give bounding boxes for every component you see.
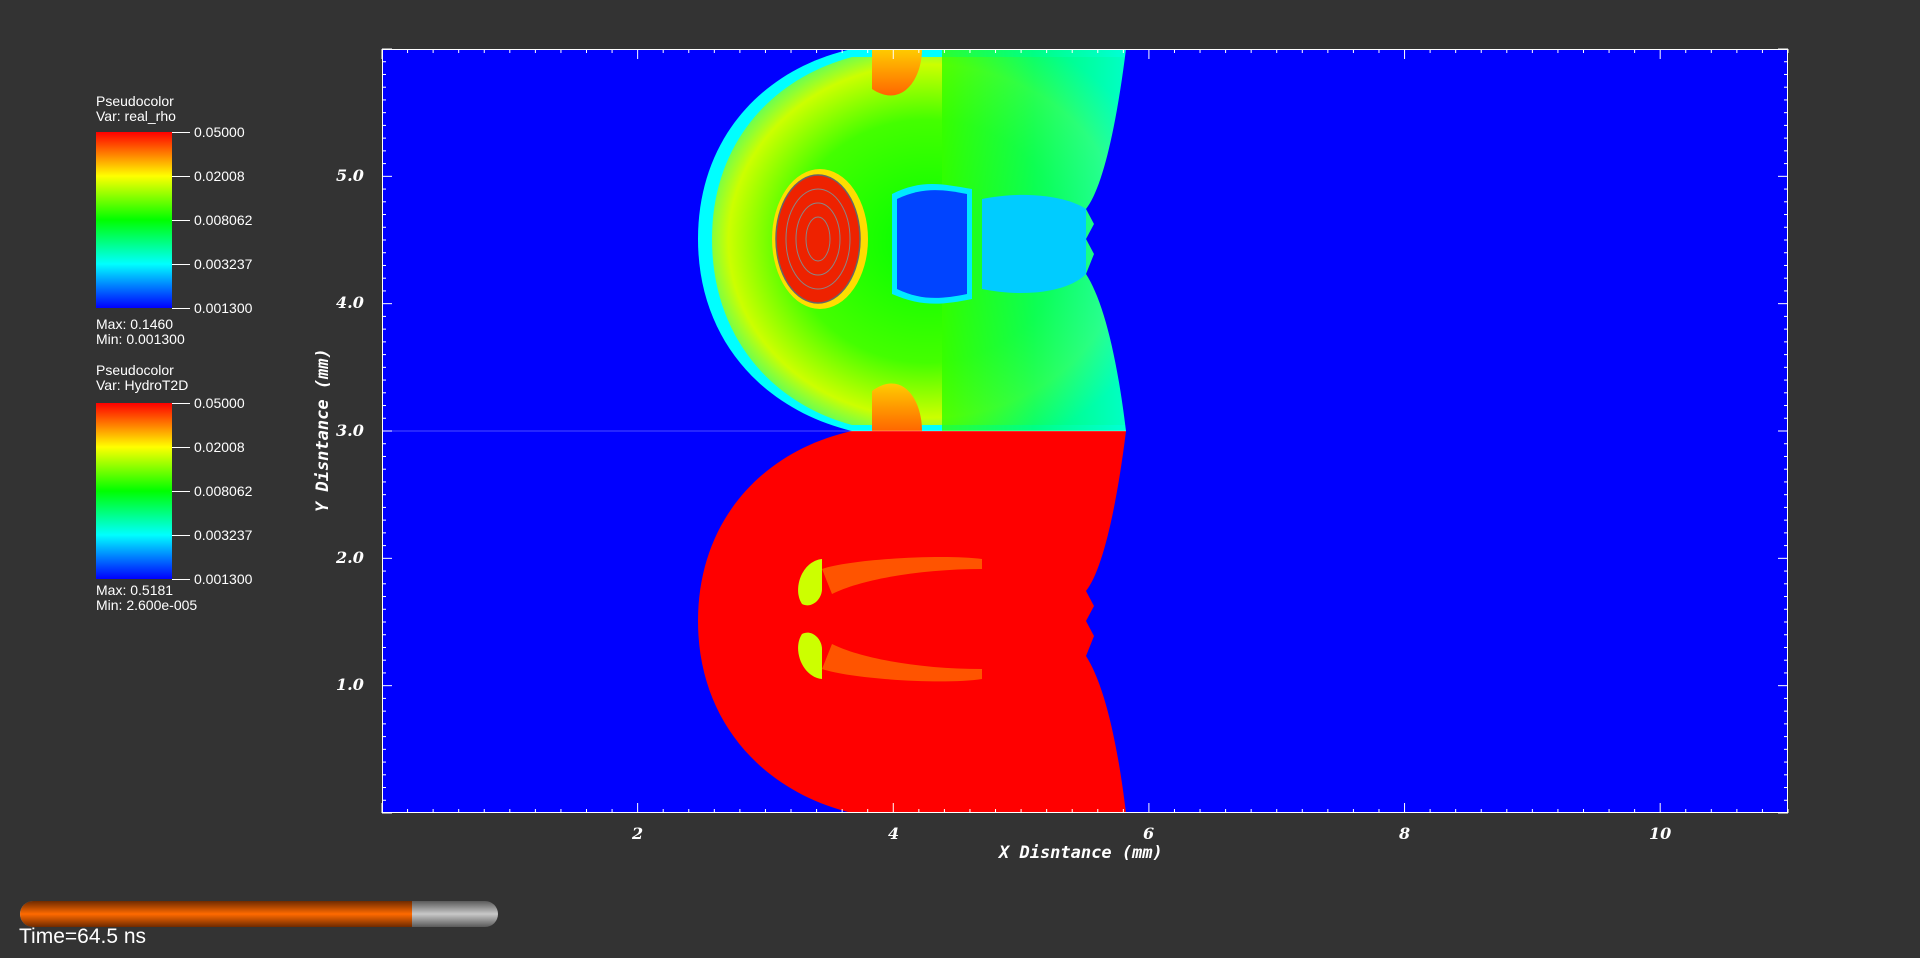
- time-label: Time=64.5 ns: [19, 925, 147, 948]
- x-tick-label: 2: [632, 824, 644, 843]
- y-tick-label: 3.0: [336, 421, 364, 440]
- time-progress-bar: [20, 901, 498, 927]
- y-tick-label: 5.0: [336, 166, 364, 185]
- y-axis-title: Y Disntance (mm): [313, 348, 333, 512]
- y-tick-label: 1.0: [336, 675, 364, 694]
- axis-ticks: [381, 48, 1789, 814]
- x-axis-title: X Disntance (mm): [999, 843, 1163, 863]
- x-tick-label: 10: [1649, 824, 1672, 843]
- x-tick-label: 6: [1143, 824, 1155, 843]
- y-tick-label: 4.0: [336, 293, 364, 312]
- y-tick-label: 2.0: [336, 548, 364, 567]
- x-tick-label: 4: [888, 824, 900, 843]
- time-progress-fill: [20, 901, 412, 927]
- x-tick-label: 8: [1399, 824, 1411, 843]
